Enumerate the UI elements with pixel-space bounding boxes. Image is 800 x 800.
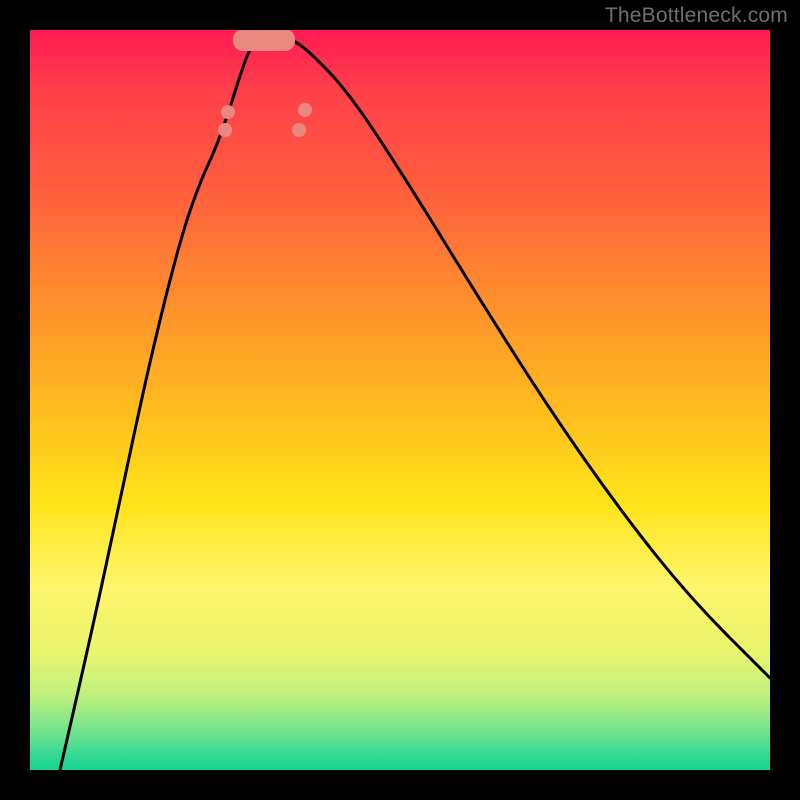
plot-area xyxy=(30,30,770,770)
curve-dot xyxy=(298,103,312,117)
curve-dot xyxy=(218,123,232,137)
curve-svg xyxy=(30,30,770,770)
curve-dot xyxy=(292,123,306,137)
bottom-marker-cluster xyxy=(233,30,295,51)
watermark-text: TheBottleneck.com xyxy=(605,4,788,28)
bottleneck-curve xyxy=(60,34,770,770)
dot-group xyxy=(218,103,312,137)
chart-frame: TheBottleneck.com xyxy=(0,0,800,800)
curve-dot xyxy=(221,105,235,119)
